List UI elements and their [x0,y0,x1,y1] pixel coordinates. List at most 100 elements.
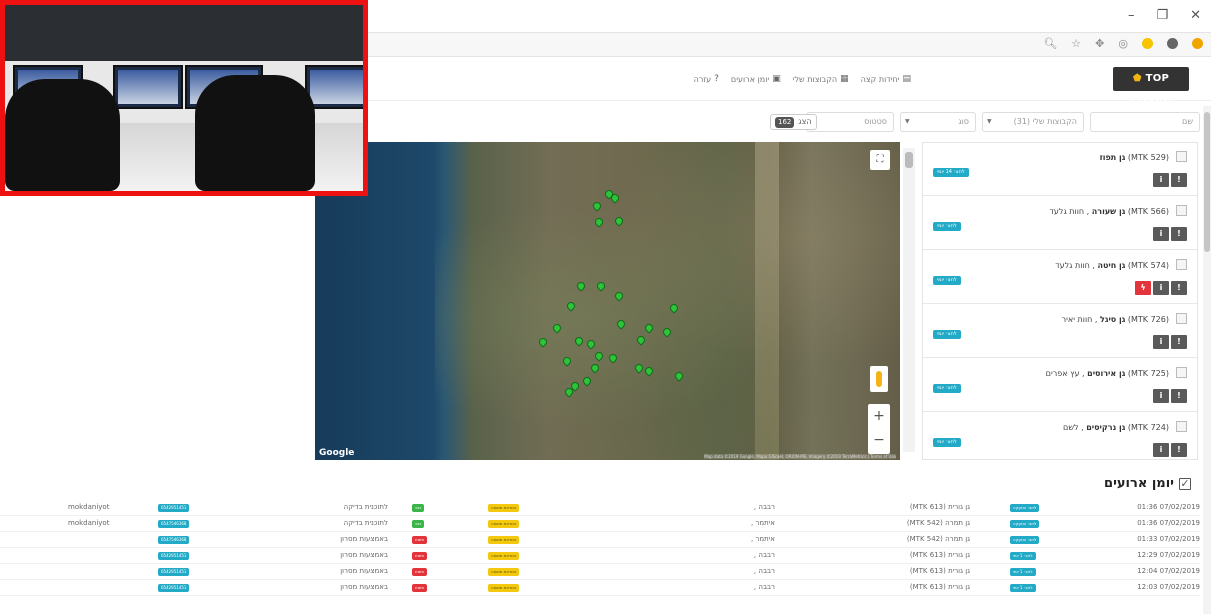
select-checkbox[interactable] [1176,259,1187,270]
orchard-card[interactable]: (MTK 726) גן סיגל , חוות יאיר לחצ׳ יומי i! [923,305,1197,358]
shield-icon: ⬟ [1132,73,1142,84]
nav-item-help[interactable]: ? עזרה [694,74,719,84]
fullscreen-icon[interactable]: ⛶ [870,150,890,170]
select-checkbox[interactable] [1176,367,1187,378]
event-name-badge: התראת תאוצה [488,536,520,544]
event-location: רבבה , [753,551,775,559]
info-icon[interactable]: i [1153,443,1169,457]
orchard-name: גן נרקיסים [1086,423,1126,432]
placeholder: הקבוצות שלי (31) [1013,117,1077,126]
topguard-logo[interactable]: ⬟ TOP GUARD [1113,67,1189,108]
orchard-title[interactable]: (MTK 725) גן אירוסים , עץ אפרים [1046,369,1169,378]
minimize-button[interactable]: – [1128,8,1135,23]
orchard-title[interactable]: (MTK 574) גן חיטה , חוות גלעד [1055,261,1169,270]
info-icon[interactable]: i [1153,281,1169,295]
location-icon[interactable]: ! [1171,389,1187,403]
location-icon[interactable]: ! [1171,335,1187,349]
show-count-badge: 162 [775,116,795,128]
scrollbar-thumb[interactable] [1204,112,1210,252]
orchard-title[interactable]: (MTK 566) גן שעורה , חוות גלעד [1050,207,1169,216]
scrollbar-thumb[interactable] [905,152,913,168]
info-icon[interactable]: i [1153,335,1169,349]
profile-avatar[interactable] [1167,38,1178,49]
location-icon[interactable]: ! [1171,443,1187,457]
control-room-photo [0,0,368,196]
orchard-card[interactable]: (MTK 574) גן חיטה , חוות גלעד לחצ׳ יומי ϟ i… [923,251,1197,304]
nav-item-event-log[interactable]: ▣ יומן ארועים [731,74,781,84]
table-row[interactable]: 07/02/2019 01:33 לחצ׳ ואזעקה גן תמרה (MTK … [0,532,1200,548]
zoom-icon[interactable]: 🔍︎ [1043,37,1057,50]
show-button[interactable]: הצג 162 [770,114,817,130]
nav-item-my-groups[interactable]: ▦ הקבוצות שלי [793,74,849,84]
star-icon[interactable]: ☆ [1071,37,1081,50]
event-status-badge: כבוי [412,504,425,512]
orchard-code: (MTK 574) [1127,261,1169,270]
location-icon[interactable]: ! [1171,173,1187,187]
select-checkbox[interactable] [1176,205,1187,216]
orchard-title[interactable]: (MTK 724) גן נרקיסים , לשם [1063,423,1169,432]
orchard-card[interactable]: (MTK 724) גן נרקיסים , לשם לחצ׳ יומי i! [923,413,1197,459]
orchard-name: גן שעורה [1091,207,1126,216]
event-site: גן תמרה (MTK 542) [906,519,970,527]
monitor [305,65,363,109]
select-checkbox[interactable] [1176,151,1187,162]
caret-down-icon: ▼ [987,118,992,125]
select-checkbox[interactable] [1176,313,1187,324]
status-select[interactable]: סטטוס▼ [806,112,894,132]
location-icon[interactable]: ! [1171,227,1187,241]
alert-icon[interactable]: ϟ [1135,281,1151,295]
orchard-area: , חוות גלעד [1055,261,1095,270]
map-view[interactable]: ⛶ + − Google Map data ©2019 Google, Mapa … [315,142,900,460]
orchard-name: גן סיגל [1100,315,1126,324]
select-checkbox[interactable] [1176,421,1187,432]
event-type-badge: לחצ׳ ואזעקה [1010,536,1040,544]
page-scrollbar[interactable] [1203,106,1211,614]
location-icon[interactable]: ! [1171,281,1187,295]
table-row[interactable]: 07/02/2019 12:03 לחצ׳ 1 יומי גן גורית (MTK… [0,580,1200,596]
nav-item-end-units[interactable]: ▤ יחידות קצה [861,74,911,84]
event-name-badge: התראת תאוצה [488,568,520,576]
name-filter-input[interactable]: שם [1090,112,1200,132]
orchard-card[interactable]: (MTK 566) גן שעורה , חוות גלעד לחצ׳ יומי i… [923,197,1197,250]
orchard-area: , חוות יאיר [1061,315,1098,324]
orchard-card[interactable]: (MTK 529) גן תפוז לחצ׳ 14 יומי i! [923,143,1197,196]
table-row[interactable]: 07/02/2019 01:36 לחצ׳ ואזעקה גן גורית (MTK… [0,500,1200,516]
table-row[interactable]: 07/02/2019 01:36 לחצ׳ ואזעקה גן תמרה (MTK … [0,516,1200,532]
event-location: רבבה , [753,503,775,511]
map-terrain [435,142,900,460]
zoom-in-icon[interactable]: + [868,404,890,428]
orchard-code: (MTK 529) [1127,153,1169,162]
extension-icon[interactable]: ✥ [1095,37,1104,50]
event-date: 07/02/2019 12:04 [1137,567,1200,575]
event-date: 07/02/2019 01:36 [1137,519,1200,527]
event-log-title: ✓ יומן ארועים [1104,476,1191,491]
maximize-button[interactable]: ❐ [1156,8,1168,23]
question-icon: ? [714,74,719,84]
orchard-card[interactable]: (MTK 725) גן אירוסים , עץ אפרים לחצ׳ יומי… [923,359,1197,412]
event-phone-badge: 0547546368 [158,536,190,544]
orchard-title[interactable]: (MTK 726) גן סיגל , חוות יאיר [1062,315,1169,324]
event-date: 07/02/2019 01:33 [1137,535,1200,543]
info-icon[interactable]: i [1153,173,1169,187]
caret-down-icon: ▼ [905,118,910,125]
list-scrollbar[interactable] [903,148,915,452]
map-attribution: Map data ©2019 Google, Mapa GISrael, ORI… [704,454,896,459]
info-icon[interactable]: i [1153,389,1169,403]
event-description: לתוכנית בדיקה [343,519,388,527]
close-window-button[interactable]: ✕ [1190,8,1201,23]
groups-select[interactable]: הקבוצות שלי (31) ▼ [982,112,1084,132]
event-status-badge: כבוי [412,520,425,528]
table-row[interactable]: 07/02/2019 12:04 לחצ׳ 1 יומי גן גורית (MTK… [0,564,1200,580]
info-icon[interactable]: i [1153,227,1169,241]
zoom-control[interactable]: + − [868,404,890,454]
orchard-title[interactable]: (MTK 529) גן תפוז [1100,153,1169,162]
event-site: גן גורית (MTK 613) [909,503,970,511]
type-select[interactable]: סוג ▼ [900,112,976,132]
table-row[interactable]: 07/02/2019 12:29 לחצ׳ 1 יומי גן גורית (MTK… [0,548,1200,564]
extension-icon[interactable]: ◎ [1118,37,1128,50]
street-view-icon[interactable] [870,366,888,392]
placeholder: סטטוס [864,117,887,126]
extension-icon[interactable] [1142,38,1153,49]
zoom-out-icon[interactable]: − [868,428,890,452]
menu-icon[interactable] [1192,38,1203,49]
